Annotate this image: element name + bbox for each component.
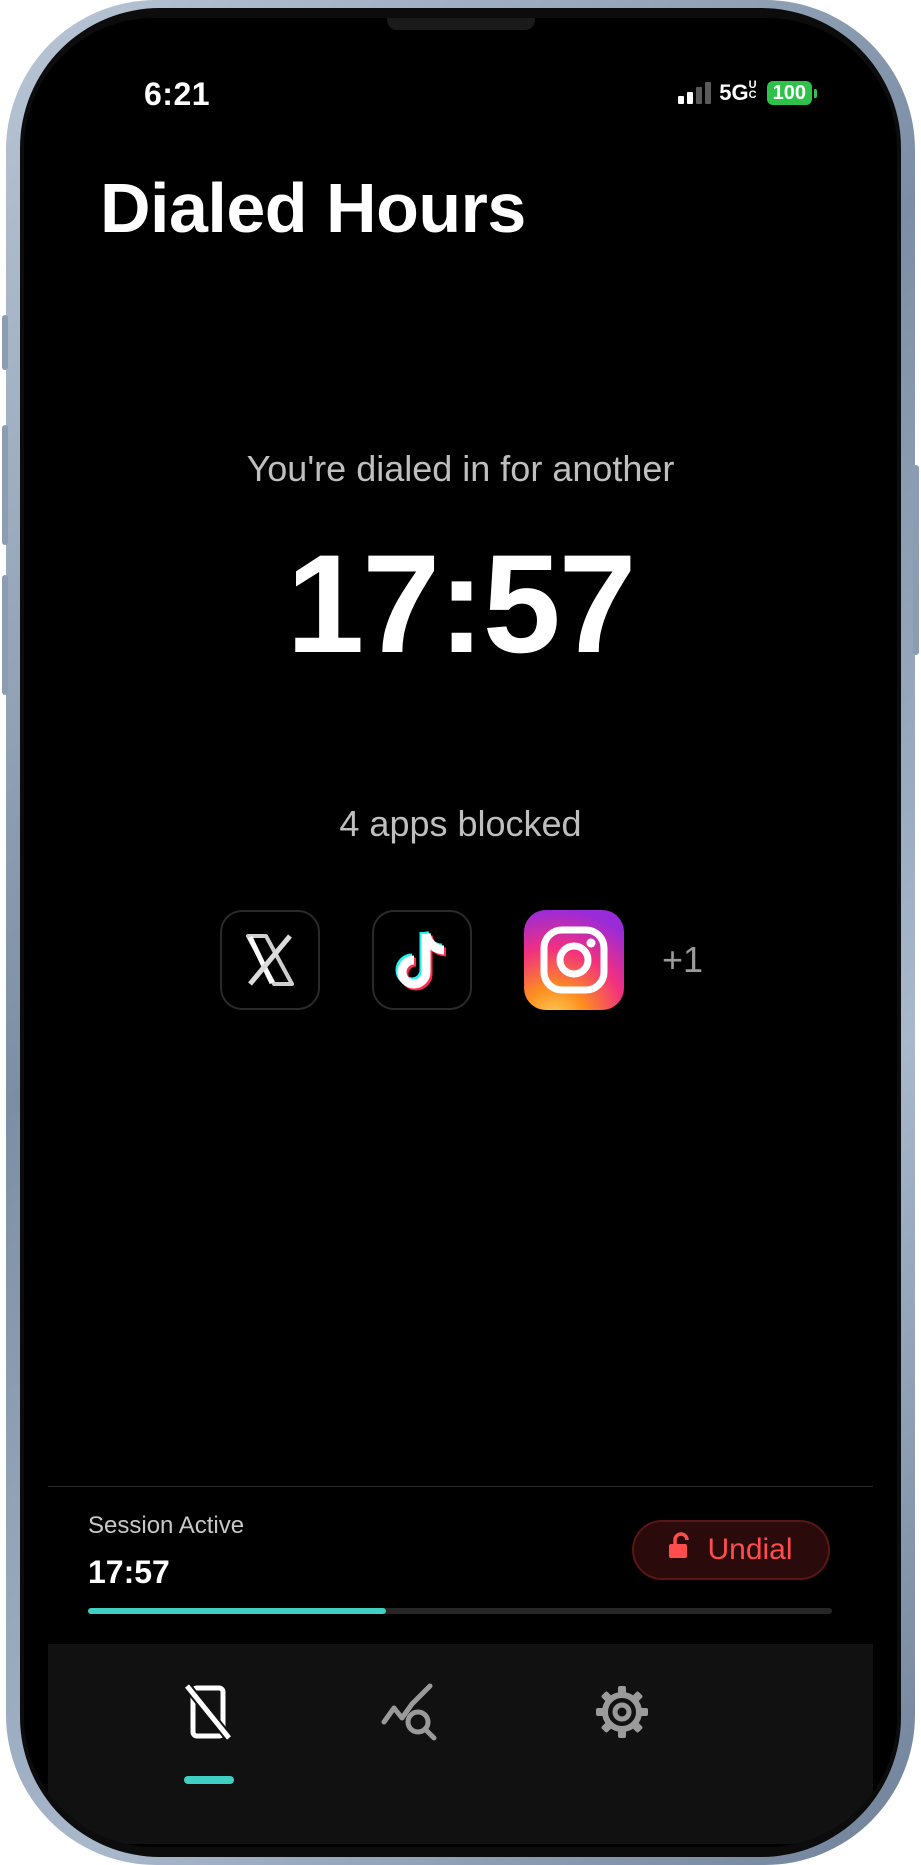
blocked-apps-count: 4 apps blocked <box>339 803 582 844</box>
divider <box>48 1486 873 1487</box>
page-title: Dialed Hours <box>100 169 526 247</box>
cellular-signal-icon <box>678 82 712 104</box>
status-time: 6:21 <box>144 76 211 112</box>
more-apps-count: +1 <box>662 939 704 980</box>
tab-settings[interactable] <box>582 1674 662 1754</box>
undial-button[interactable]: Undial <box>632 1520 830 1580</box>
stats-search-icon <box>380 1682 440 1747</box>
status-icons: 5GUC 100 <box>678 80 817 106</box>
tab-stats[interactable] <box>370 1674 450 1754</box>
active-tab-indicator <box>184 1776 234 1784</box>
session-progress-bar <box>88 1608 832 1614</box>
phone-blocked-icon <box>181 1682 235 1747</box>
countdown-timer: 17:57 <box>286 525 636 682</box>
blocked-apps-list: +1 <box>220 910 703 1010</box>
tab-block[interactable] <box>168 1674 248 1754</box>
session-status-label: Session Active <box>88 1512 245 1539</box>
volume-down-button <box>2 575 8 695</box>
power-button <box>913 465 919 655</box>
battery-icon: 100 <box>766 81 812 105</box>
silent-switch <box>2 315 8 370</box>
undial-label: Undial <box>707 1533 793 1566</box>
session-progress-fill <box>88 1608 386 1614</box>
screen: 6:21 5GUC 100 Dialed Hours You're dialed… <box>24 18 897 1847</box>
gear-icon <box>592 1682 652 1747</box>
speaker-notch <box>387 18 535 30</box>
tiktok-logo-icon <box>372 910 472 1010</box>
x-logo-icon <box>220 910 320 1010</box>
network-label: 5GUC <box>719 79 757 106</box>
session-time: 17:57 <box>88 1554 170 1590</box>
tab-bar <box>48 1644 873 1844</box>
instagram-logo-icon <box>524 910 624 1010</box>
volume-up-button <box>2 425 8 545</box>
timer-caption: You're dialed in for another <box>246 448 675 489</box>
battery-tip <box>814 88 817 98</box>
unlock-icon <box>669 1532 693 1568</box>
